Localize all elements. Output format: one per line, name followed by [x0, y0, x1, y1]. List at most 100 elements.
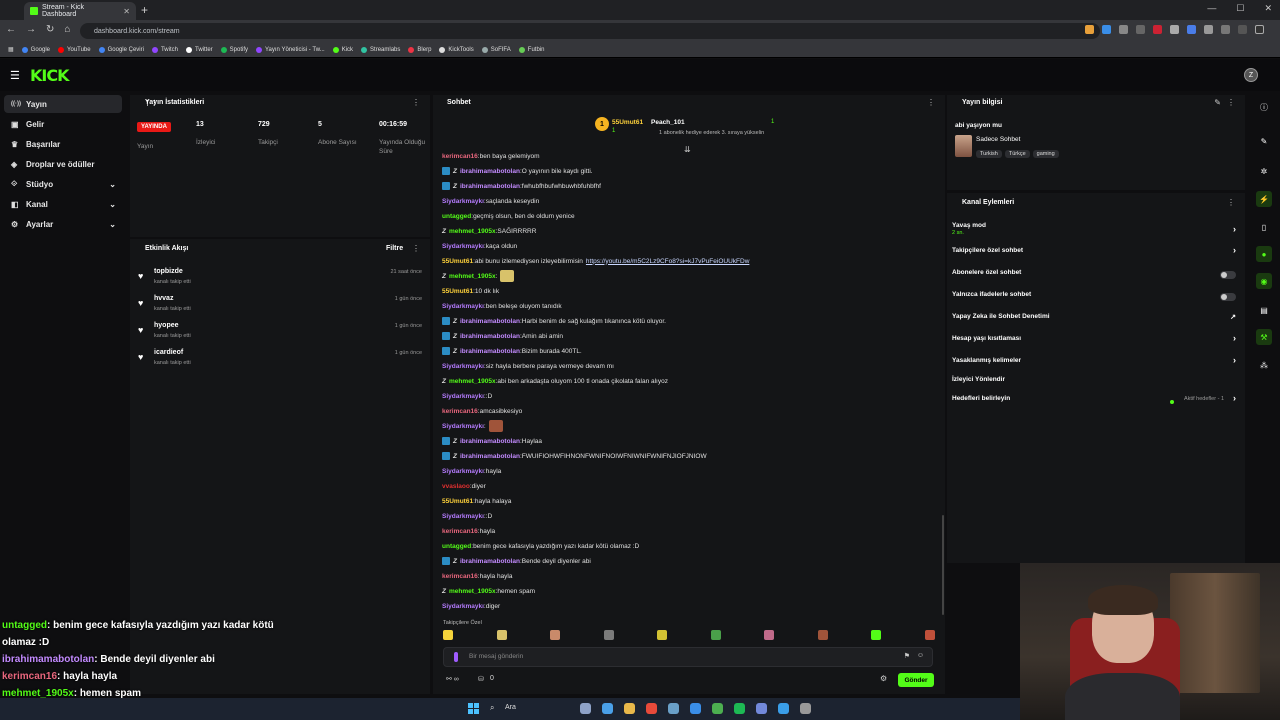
chat-input[interactable]: Bir mesaj gönderin ⚑ ☺ [443, 647, 933, 667]
mobile-icon[interactable]: ▯ [1256, 219, 1272, 235]
extension-icon[interactable] [1221, 25, 1230, 34]
chat-username[interactable]: ibrahimamabotolan [460, 168, 520, 175]
quick-emote-icon[interactable] [924, 630, 935, 640]
nodes-icon[interactable]: ⁂ [1256, 357, 1272, 373]
chat-username[interactable]: mehmet_1905x [449, 273, 496, 280]
chat-settings-icon[interactable]: ⚙ [880, 674, 887, 683]
url-field[interactable]: dashboard.kick.com/stream [80, 23, 1100, 39]
chevron-right-icon[interactable]: › [1233, 333, 1236, 343]
bookmark-item[interactable]: Kick [332, 46, 353, 53]
profile-icon[interactable] [1255, 25, 1264, 34]
reload-icon[interactable]: ↻ [46, 24, 54, 35]
quick-emote-icon[interactable] [603, 630, 614, 640]
bookmark-item[interactable]: Twitter [185, 46, 213, 53]
sidebar-item[interactable]: ▣ Gelir [4, 115, 122, 133]
kick-emote-icon[interactable]: ⚑ [904, 652, 910, 660]
channel-action-item[interactable]: Yasaklanmış kelimeler › [952, 355, 1242, 371]
sidebar-item[interactable]: ♛ Başarılar [4, 135, 122, 153]
activity-user[interactable]: hyopee [154, 322, 179, 329]
extension-icon[interactable] [1102, 25, 1111, 34]
chat-username[interactable]: ibrahimamabotolan [460, 318, 520, 325]
forward-icon[interactable]: → [26, 24, 36, 35]
sidebar-item[interactable]: ((·)) Yayın [4, 95, 122, 113]
chat-username[interactable]: kerimcan16 [442, 573, 478, 580]
activity-user[interactable]: icardieof [154, 349, 183, 356]
sidebar-item[interactable]: ◧ Kanal ⌄ [4, 195, 122, 213]
pinned-user-2[interactable]: Peach_101 [651, 119, 685, 126]
bookmark-item[interactable]: Google Çeviri [98, 46, 144, 53]
bug-icon[interactable]: ✲ [1256, 163, 1272, 179]
channel-action-item[interactable]: Yalnızca ifadelerle sohbet [952, 291, 1242, 305]
quick-emote-icon[interactable] [443, 630, 453, 640]
user-avatar[interactable]: Z [1244, 68, 1258, 82]
channel-action-item[interactable]: Yavaş mod 2 sn. › [952, 222, 1242, 236]
bookmark-item[interactable]: Futbin [518, 46, 544, 53]
taskbar-search-label[interactable]: Ara [505, 704, 516, 711]
extension-icon[interactable] [1187, 25, 1196, 34]
windows-start-icon[interactable] [468, 703, 479, 714]
quick-emote-icon[interactable] [817, 630, 828, 640]
chat-username[interactable]: Siydarkmaykı [442, 603, 484, 610]
bookmark-item[interactable]: Twitch [151, 46, 178, 53]
close-window-icon[interactable]: ✕ [1264, 3, 1272, 14]
chat-username[interactable]: 55Umut61 [442, 258, 473, 265]
chevron-right-icon[interactable]: › [1233, 393, 1236, 403]
stream-category[interactable]: Sadece Sohbet [976, 136, 1020, 143]
maximize-icon[interactable]: ☐ [1236, 3, 1244, 14]
channel-action-item[interactable]: Hedefleri belirleyin › Aktif hedefler - 1 [952, 393, 1242, 409]
info-icon[interactable]: ⓘ [1256, 99, 1272, 115]
server-icon[interactable]: ▤ [1256, 302, 1272, 318]
new-tab-icon[interactable]: + [141, 3, 148, 17]
more-options-icon[interactable]: ⋮ [412, 98, 420, 107]
bookmark-item[interactable]: Streamlabs [361, 46, 400, 53]
minimize-icon[interactable]: — [1207, 3, 1216, 14]
chat-username[interactable]: mehmet_1905x [449, 228, 496, 235]
chat-username[interactable]: Siydarkmaykı [442, 363, 484, 370]
search-icon[interactable]: ⌕ [490, 703, 494, 713]
bookmark-item[interactable]: Spotify [220, 46, 248, 53]
kick-logo[interactable]: KICK [30, 66, 69, 85]
chat-username[interactable]: kerimcan16 [442, 528, 478, 535]
more-options-icon[interactable]: ⋮ [1227, 98, 1235, 107]
more-options-icon[interactable]: ⋮ [1227, 198, 1235, 207]
chat-username[interactable]: kerimcan16 [442, 153, 478, 160]
chat-username[interactable]: Siydarkmaykı [442, 243, 484, 250]
chevron-down-icon[interactable]: ⌄ [109, 200, 116, 209]
chat-username[interactable]: ibrahimamabotolan [460, 558, 520, 565]
taskbar-app-icon[interactable] [646, 703, 657, 714]
external-link-icon[interactable]: ↗ [1230, 313, 1236, 321]
extension-icon[interactable] [1119, 25, 1128, 34]
chat-username[interactable]: Siydarkmaykı [442, 468, 484, 475]
taskbar-app-icon[interactable] [712, 703, 723, 714]
chevron-right-icon[interactable]: › [1233, 245, 1236, 255]
chat-username[interactable]: ibrahimamabotolan [460, 453, 520, 460]
chat-username[interactable]: mehmet_1905x [449, 378, 496, 385]
back-icon[interactable]: ← [6, 24, 16, 35]
chat-username[interactable]: Siydarkmaykı [442, 303, 484, 310]
activity-user[interactable]: hvvaz [154, 295, 173, 302]
chevron-right-icon[interactable]: › [1233, 224, 1236, 234]
chevron-right-icon[interactable]: › [1233, 355, 1236, 365]
chat-username[interactable]: Siydarkmaykı [442, 423, 484, 430]
taskbar-app-icon[interactable] [800, 703, 811, 714]
activity-user[interactable]: topbizde [154, 268, 183, 275]
chat-username[interactable]: mehmet_1905x [449, 588, 496, 595]
send-button[interactable]: Gönder [898, 673, 934, 687]
chat-username[interactable]: 55Umut61 [442, 288, 473, 295]
more-options-icon[interactable]: ⋮ [927, 98, 935, 107]
browser-tab[interactable]: Stream - Kick Dashboard ✕ [24, 2, 136, 20]
broadcast-icon[interactable]: ◉ [1256, 273, 1272, 289]
taskbar-app-icon[interactable] [734, 703, 745, 714]
channel-action-item[interactable]: Takipçilere özel sohbet › [952, 245, 1242, 261]
chat-username[interactable]: untagged [442, 543, 471, 550]
edit-icon[interactable]: ✎ [1214, 98, 1221, 107]
channel-action-item[interactable]: Hesap yaşı kısıtlaması › [952, 333, 1242, 349]
chat-link[interactable]: https://youtu.be/m5C2Lz9CFo8?si=kJ7vPuFe… [586, 258, 749, 265]
apps-icon[interactable]: ▦ [8, 46, 14, 53]
chevron-down-icon[interactable]: ⌄ [109, 180, 116, 189]
toggle-switch[interactable] [1220, 271, 1236, 279]
bookmark-item[interactable]: Yayın Yöneticisi - Tw... [256, 46, 325, 53]
chat-username[interactable]: kerimcan16 [442, 408, 478, 415]
taskbar-app-icon[interactable] [668, 703, 679, 714]
home-icon[interactable]: ⌂ [64, 24, 70, 35]
